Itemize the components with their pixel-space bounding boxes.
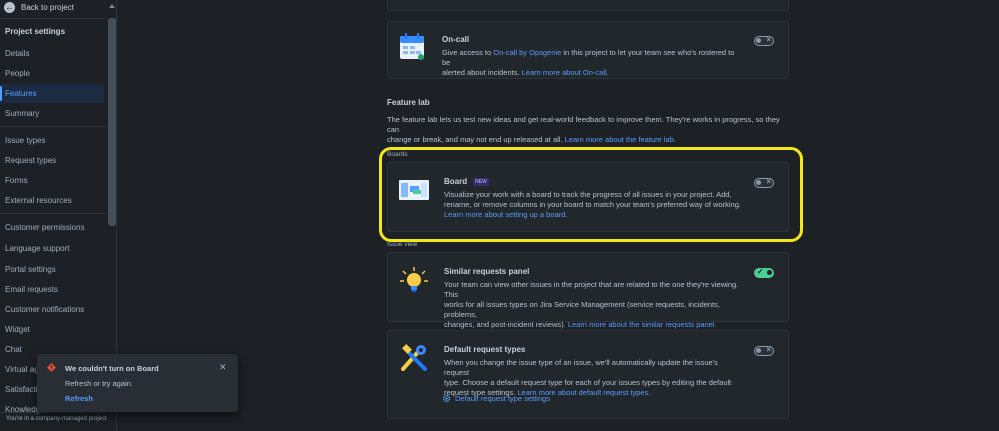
divider <box>0 213 105 214</box>
similar-requests-toggle[interactable]: ✓ <box>754 267 774 278</box>
oncall-card: On-call Give access to On-call by Opsgen… <box>387 21 789 79</box>
oncall-description: Give access to On-call by Opsgenie in th… <box>442 48 735 77</box>
oncall-toggle[interactable]: × <box>754 35 774 46</box>
sidebar-item-request-types[interactable]: Request types <box>0 151 104 170</box>
close-icon[interactable]: ✕ <box>219 362 227 373</box>
divider <box>0 412 105 413</box>
feature-card-top <box>387 0 789 11</box>
sidebar-item-details[interactable]: Details <box>0 44 104 63</box>
similar-requests-description: Your team can view other issues in the p… <box>444 280 739 329</box>
divider <box>0 126 105 127</box>
default-request-types-description: When you change the issue type of an iss… <box>444 358 732 397</box>
back-label: Back to project <box>21 2 74 12</box>
sidebar-item-email-requests[interactable]: Email requests <box>0 280 104 299</box>
issue-view-label: Issue view <box>387 241 418 248</box>
sidebar-scrollbar[interactable] <box>108 18 116 226</box>
divider <box>0 18 105 19</box>
tools-icon <box>401 344 427 371</box>
lightbulb-icon <box>400 267 428 292</box>
error-toast: We couldn't turn on Board Refresh or try… <box>37 354 238 412</box>
scroll-up-icon[interactable] <box>109 4 115 8</box>
sidebar-item-customer-permissions[interactable]: Customer permissions <box>0 218 104 237</box>
sidebar-item-features[interactable]: Features <box>0 84 104 103</box>
back-to-project-link[interactable]: ← Back to project <box>4 0 74 14</box>
default-request-type-settings-link[interactable]: Default request type settings <box>442 394 550 403</box>
sidebar-item-external-resources[interactable]: External resources <box>0 191 104 210</box>
default-request-types-card: Default request types When you change th… <box>387 330 789 419</box>
project-type-note: You're in a company-managed project <box>6 416 107 422</box>
sidebar-item-issue-types[interactable]: Issue types <box>0 131 104 150</box>
close-icon: × <box>766 345 771 354</box>
default-request-types-toggle[interactable]: × <box>754 345 774 356</box>
close-icon: × <box>766 35 771 44</box>
feature-lab-heading: Feature lab <box>387 98 430 107</box>
similar-requests-card: Similar requests panel Your team can vie… <box>387 252 789 329</box>
sidebar-item-language-support[interactable]: Language support <box>0 239 104 258</box>
default-request-types-title: Default request types <box>444 345 526 354</box>
highlight-outline <box>379 147 803 242</box>
oncall-learn-more-link[interactable]: Learn more about On-call. <box>522 68 609 77</box>
calendar-icon <box>400 33 424 60</box>
oncall-opsgenie-link[interactable]: On-call by Opsgenie <box>493 48 561 57</box>
similar-requests-learn-more-link[interactable]: Learn more about the similar requests pa… <box>568 320 717 329</box>
default-request-type-settings-label: Default request type settings <box>455 394 551 403</box>
similar-requests-title: Similar requests panel <box>444 267 530 276</box>
sidebar-item-widget[interactable]: Widget <box>0 320 104 339</box>
sidebar-item-forms[interactable]: Forms <box>0 171 104 190</box>
project-settings-heading: Project settings <box>5 27 66 36</box>
feature-lab-learn-more-link[interactable]: Learn more about the feature lab. <box>565 135 676 144</box>
check-icon: ✓ <box>757 267 764 276</box>
sidebar-item-customer-notifications[interactable]: Customer notifications <box>0 300 104 319</box>
sidebar-item-summary[interactable]: Summary <box>0 104 104 123</box>
error-icon <box>47 363 56 372</box>
feature-lab-description: The feature lab lets us test new ideas a… <box>387 115 780 144</box>
sidebar-item-portal-settings[interactable]: Portal settings <box>0 260 104 279</box>
toast-refresh-button[interactable]: Refresh <box>65 394 93 403</box>
arrow-left-icon: ← <box>4 1 15 13</box>
toast-title: We couldn't turn on Board <box>65 364 159 373</box>
toast-body: Refresh or try again. <box>65 379 133 388</box>
gear-icon <box>442 394 451 403</box>
oncall-title: On-call <box>442 35 470 44</box>
sidebar-item-people[interactable]: People <box>0 64 104 83</box>
